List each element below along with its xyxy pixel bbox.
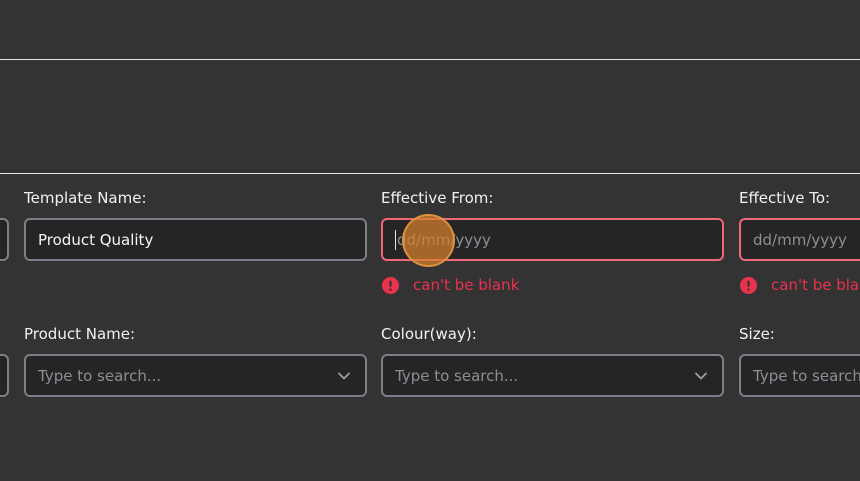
left-offscreen-field[interactable] (0, 218, 9, 261)
colourway-select[interactable]: Type to search... (381, 354, 724, 397)
template-name-input[interactable]: Product Quality (24, 218, 367, 261)
size-label: Size: (739, 325, 775, 343)
effective-from-placeholder: dd/mm/yyyy (397, 230, 491, 249)
effective-to-error-text: can't be blank (771, 276, 860, 294)
effective-to-error: can't be blank (740, 276, 860, 294)
size-placeholder: Type to search... (753, 366, 860, 385)
colourway-placeholder: Type to search... (395, 366, 519, 385)
effective-from-error-text: can't be blank (413, 276, 520, 294)
top-divider (0, 59, 860, 60)
size-select[interactable]: Type to search... (739, 354, 860, 397)
effective-to-placeholder: dd/mm/yyyy (753, 230, 847, 249)
form-divider (0, 173, 860, 174)
effective-from-error: can't be blank (382, 276, 519, 294)
chevron-down-icon[interactable] (694, 369, 708, 383)
left-offscreen-select[interactable] (0, 354, 9, 397)
template-name-value: Product Quality (38, 230, 154, 249)
effective-from-input[interactable]: dd/mm/yyyy (381, 218, 724, 261)
product-name-select[interactable]: Type to search... (24, 354, 367, 397)
error-icon (382, 276, 399, 294)
template-name-label: Template Name: (24, 189, 147, 207)
chevron-down-icon[interactable] (337, 369, 351, 383)
product-name-placeholder: Type to search... (38, 366, 162, 385)
product-name-label: Product Name: (24, 325, 136, 343)
effective-to-label: Effective To: (739, 189, 831, 207)
text-caret (395, 229, 396, 250)
effective-to-input[interactable]: dd/mm/yyyy (739, 218, 860, 261)
effective-from-label: Effective From: (381, 189, 494, 207)
colourway-label: Colour(way): (381, 325, 477, 343)
error-icon (740, 276, 757, 294)
